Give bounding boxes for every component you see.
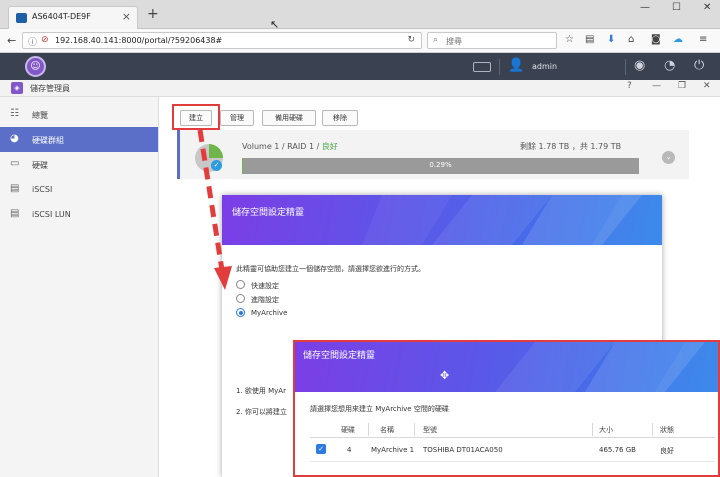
column-divider	[368, 423, 369, 436]
wizard-header: 儲存空間設定精靈 ✥	[295, 342, 718, 392]
column-divider	[414, 423, 415, 436]
cell-disk: 4	[347, 446, 352, 454]
row-checkbox[interactable]: ✓	[316, 444, 326, 454]
cell-size: 465.76 GB	[599, 446, 636, 454]
wizard-title: 儲存空間設定精靈	[303, 351, 376, 361]
wizard-description: 請選擇您想用來建立 MyArchive 空間的硬碟	[310, 405, 449, 413]
column-header-disk: 硬碟	[341, 426, 355, 434]
column-header-name: 名稱	[380, 426, 394, 434]
table-row[interactable]: ✓ 4 MyArchive 1 TOSHIBA DT01ACA050 465.7…	[310, 438, 715, 462]
column-header-size: 大小	[599, 426, 613, 434]
table-header: 硬碟 名稱 型號 大小 狀態	[310, 421, 715, 438]
cell-model: TOSHIBA DT01ACA050	[423, 446, 503, 454]
column-header-status: 狀態	[660, 426, 674, 434]
cell-status: 良好	[660, 447, 674, 455]
column-divider	[592, 423, 593, 436]
cell-name: MyArchive 1	[371, 446, 415, 454]
column-header-model: 型號	[423, 426, 437, 434]
myarchive-disk-dialog: 儲存空間設定精靈 ✥ 請選擇您想用來建立 MyArchive 空間的硬碟 硬碟 …	[293, 340, 720, 477]
column-divider	[652, 423, 653, 436]
move-cursor-icon: ✥	[440, 369, 450, 382]
